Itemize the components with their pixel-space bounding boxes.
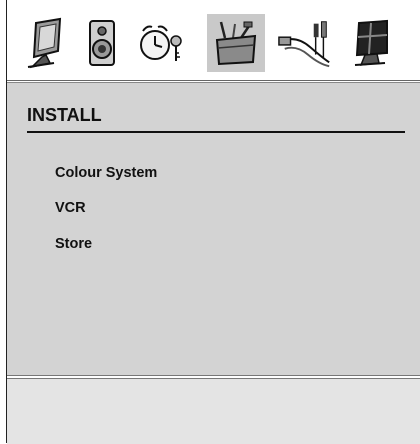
- picture-menu-tab[interactable]: [17, 14, 75, 72]
- feature-monitor-icon: [354, 19, 388, 66]
- title-divider: [27, 131, 405, 133]
- panel-title: INSTALL: [27, 105, 102, 125]
- connectors-icon: [278, 21, 330, 68]
- menu-icon-bar: [7, 0, 420, 81]
- sound-menu-tab[interactable]: [73, 14, 131, 72]
- features-menu-tab[interactable]: [133, 14, 191, 72]
- menu-item-store[interactable]: Store: [55, 236, 92, 252]
- help-footer: [7, 378, 420, 444]
- picture-monitor-icon: [27, 17, 62, 69]
- menu-item-colour-system[interactable]: Colour System: [55, 165, 157, 181]
- toolbox-icon: [215, 21, 257, 66]
- speaker-icon: [89, 20, 115, 66]
- connections-menu-tab[interactable]: [277, 14, 335, 72]
- install-menu-panel: INSTALL Colour System VCR Store: [7, 82, 420, 376]
- screen-menu-tab[interactable]: [343, 14, 401, 72]
- alarm-clock-keys-icon: [140, 25, 182, 61]
- menu-item-vcr[interactable]: VCR: [55, 200, 86, 216]
- install-menu-tab[interactable]: [207, 14, 265, 72]
- osd-screen: INSTALL Colour System VCR Store: [6, 0, 420, 444]
